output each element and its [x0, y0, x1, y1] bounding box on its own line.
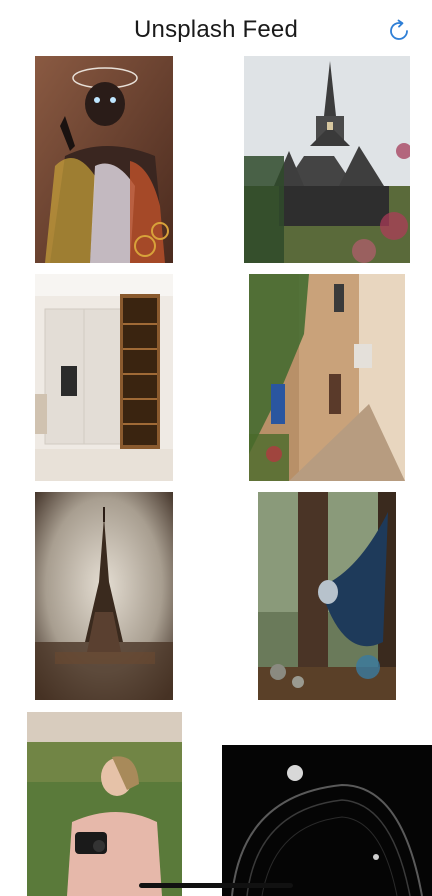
- home-indicator: [139, 883, 293, 888]
- photo-robot-figure[interactable]: [35, 56, 173, 263]
- photo-stave-church[interactable]: [244, 56, 410, 263]
- refresh-icon[interactable]: [386, 18, 412, 44]
- photo-dark-abstract[interactable]: [222, 745, 432, 896]
- app-screen: Unsplash Feed: [0, 0, 432, 896]
- page-title: Unsplash Feed: [133, 16, 299, 43]
- photo-alley-street[interactable]: [249, 274, 405, 481]
- photo-woman-camera[interactable]: [27, 712, 182, 896]
- photo-kitchen-interior[interactable]: [35, 274, 173, 481]
- app-header: Unsplash Feed: [0, 0, 432, 56]
- photo-hammock-forest[interactable]: [258, 492, 396, 700]
- photo-eiffel-tower[interactable]: [35, 492, 173, 700]
